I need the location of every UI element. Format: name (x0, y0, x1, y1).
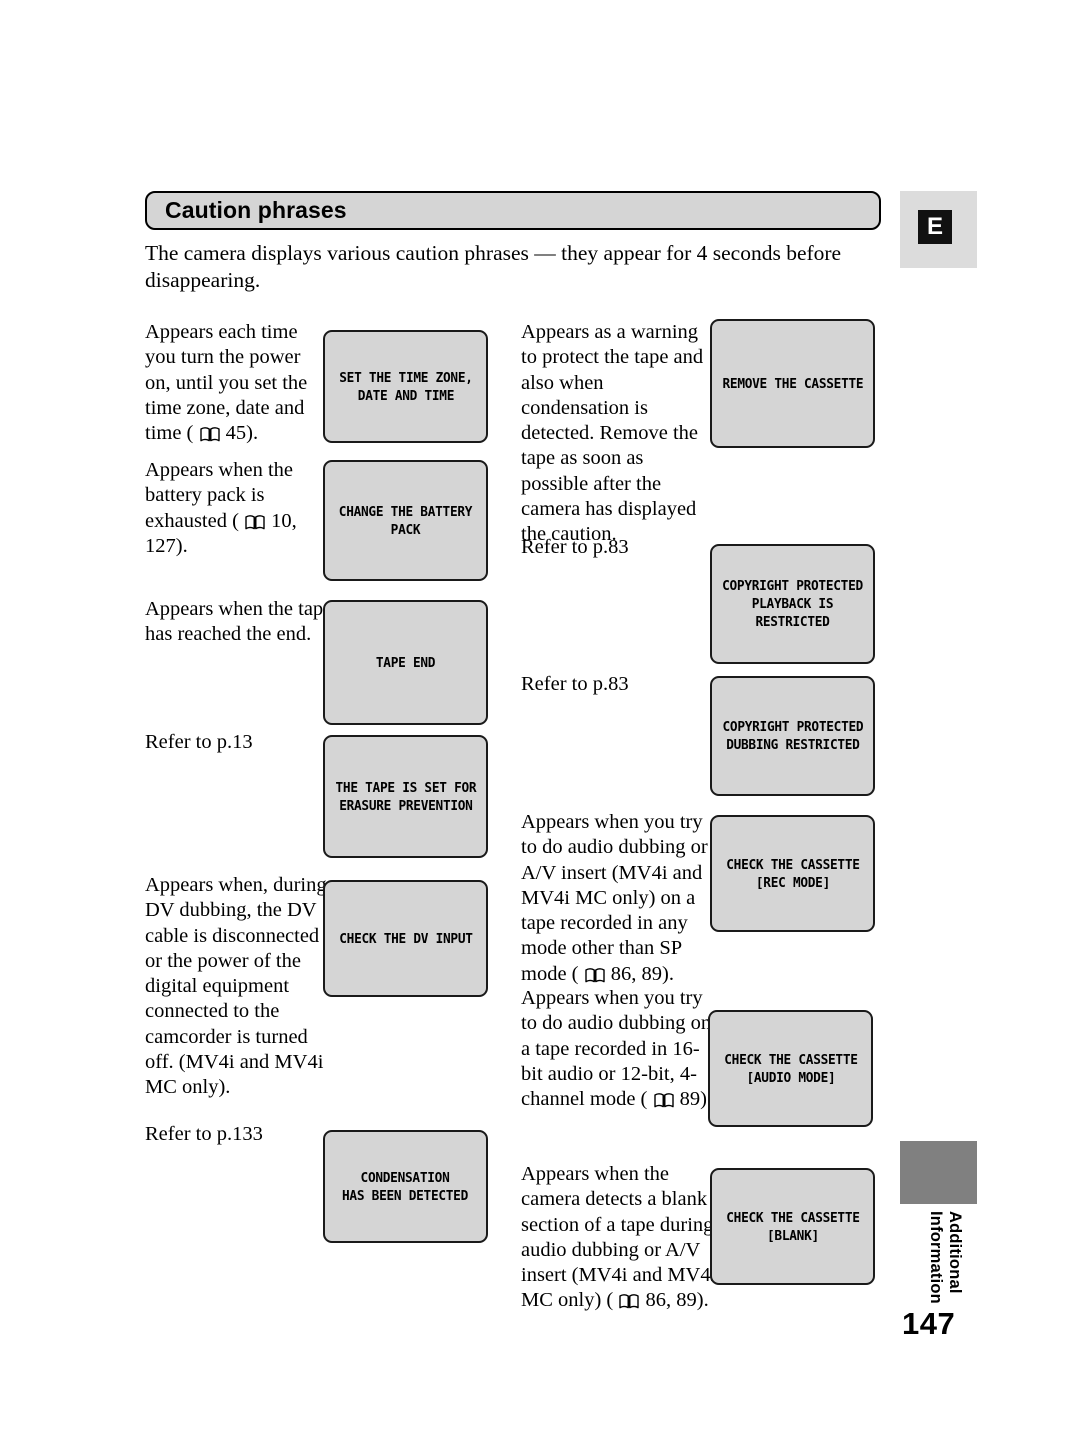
lcd-message-text: CHECK THE CASSETTE [BLANK] (725, 1209, 860, 1244)
description-rec-mode: Appears when you try to do audio dubbing… (521, 811, 708, 985)
lcd-message-box: CONDENSATION HAS BEEN DETECTED (323, 1130, 488, 1243)
lcd-message-box: SET THE TIME ZONE, DATE AND TIME (323, 330, 488, 443)
description-refer-p83-b: Refer to p.83 (521, 673, 629, 695)
lcd-message-box: TAPE END (323, 600, 488, 725)
lcd-message-box: COPYRIGHT PROTECTED DUBBING RESTRICTED (710, 676, 875, 796)
book-page-reference-icon (199, 427, 220, 442)
description-set-time-zone: Appears each time you turn the power on,… (145, 321, 308, 445)
language-badge: E (918, 210, 952, 244)
book-page-reference-icon (619, 1294, 640, 1309)
lcd-message-text: COPYRIGHT PROTECTED PLAYBACK IS RESTRICT… (722, 578, 863, 630)
description-battery-exhausted: Appears when the battery pack is exhaust… (145, 459, 297, 557)
lcd-message-text: CHANGE THE BATTERY PACK (338, 503, 473, 538)
book-page-reference-icon (245, 514, 265, 529)
description-refer-p13: Refer to p.13 (145, 731, 253, 753)
lcd-message-text: CHECK THE DV INPUT (338, 930, 473, 947)
book-page-reference-icon (584, 968, 605, 983)
section-tab-block (900, 1141, 977, 1204)
section-tab-label: Additional Information (927, 1211, 964, 1304)
description-dv-input: Appears when, during DV dubbing, the DV … (145, 874, 327, 1099)
lcd-message-text: CHECK THE CASSETTE [AUDIO MODE] (723, 1051, 858, 1086)
lcd-message-box: REMOVE THE CASSETTE (710, 319, 875, 448)
lcd-message-text: THE TAPE IS SET FOR ERASURE PREVENTION (335, 779, 476, 814)
lcd-message-box: THE TAPE IS SET FOR ERASURE PREVENTION (323, 735, 488, 858)
page-number: 147 (902, 1306, 956, 1341)
lcd-message-text: TAPE END (375, 654, 436, 671)
page-title: Caution phrases (165, 196, 347, 223)
lcd-message-box: CHECK THE CASSETTE [BLANK] (710, 1168, 875, 1285)
lcd-message-text: SET THE TIME ZONE, DATE AND TIME (338, 369, 473, 404)
lcd-message-text: CONDENSATION HAS BEEN DETECTED (342, 1169, 469, 1204)
lcd-message-box: CHANGE THE BATTERY PACK (323, 460, 488, 581)
description-refer-p83-a: Refer to p.83 (521, 536, 629, 558)
lcd-message-box: CHECK THE CASSETTE [AUDIO MODE] (708, 1010, 873, 1127)
section-header-bar: Caution phrases (145, 191, 881, 230)
description-remove-cassette: Appears as a warning to protect the tape… (521, 321, 704, 546)
book-page-reference-icon (653, 1093, 674, 1108)
description-audio-mode: Appears when you try to do audio dubbing… (521, 987, 713, 1111)
lcd-message-text: CHECK THE CASSETTE [REC MODE] (725, 856, 860, 891)
lcd-message-text: REMOVE THE CASSETTE (722, 375, 863, 392)
description-tape-end: Appears when the tape has reached the en… (145, 598, 333, 646)
lcd-message-text: COPYRIGHT PROTECTED DUBBING RESTRICTED (722, 719, 863, 753)
description-refer-p133: Refer to p.133 (145, 1123, 263, 1145)
lcd-message-box: CHECK THE DV INPUT (323, 880, 488, 997)
lcd-message-box: CHECK THE CASSETTE [REC MODE] (710, 815, 875, 932)
description-blank-section: Appears when the camera detects a blank … (521, 1163, 717, 1312)
intro-paragraph: The camera displays various caution phra… (145, 241, 842, 292)
lcd-message-box: COPYRIGHT PROTECTED PLAYBACK IS RESTRICT… (710, 544, 875, 664)
